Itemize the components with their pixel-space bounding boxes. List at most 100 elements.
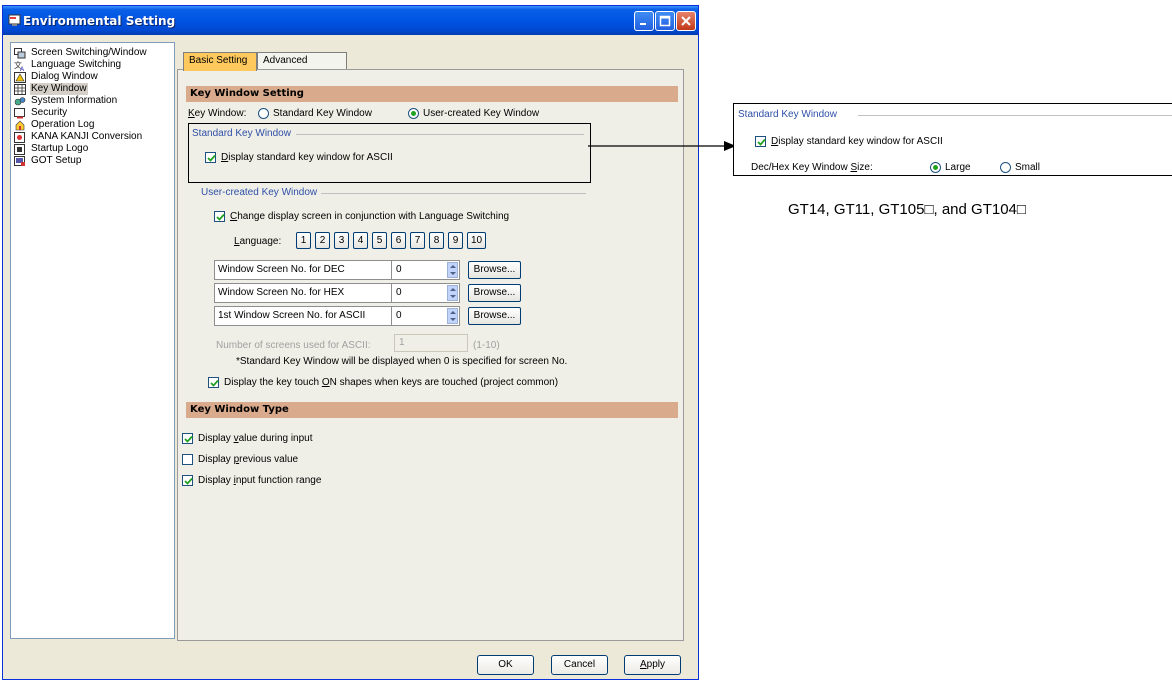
radio-size-small-label: Small [1015, 162, 1041, 173]
language-button-2[interactable]: 2 [315, 232, 330, 249]
group-divider [321, 193, 586, 194]
spinner-arrows-icon[interactable] [447, 285, 458, 301]
radio-size-small[interactable] [1000, 162, 1011, 173]
operation-log-icon [15, 120, 25, 130]
language-button-9[interactable]: 9 [448, 232, 463, 249]
radio-user-created-key-window[interactable] [408, 108, 419, 119]
model-caption: GT14, GT11, GT105□, and GT104□ [788, 201, 1026, 218]
window-title: Environmental Setting [23, 14, 176, 28]
tree-item-operation-log[interactable]: Operation Log [14, 119, 95, 131]
check-icon [757, 138, 766, 146]
cancel-button[interactable]: Cancel [551, 655, 608, 675]
tab-basic-setting[interactable]: Basic Setting [183, 52, 257, 71]
checkbox-change-display-language[interactable] [214, 211, 225, 222]
tree-item-startup-logo[interactable]: Startup Logo [14, 143, 89, 155]
language-icon: 文A [14, 60, 24, 71]
language-button-1[interactable]: 1 [296, 232, 311, 249]
tree-item-label: System Information [31, 95, 118, 106]
svg-text:A: A [20, 67, 24, 71]
browse-dec-button[interactable]: Browse... [468, 261, 521, 279]
security-icon [14, 107, 25, 118]
minimize-button[interactable] [634, 11, 654, 31]
ok-button[interactable]: OK [477, 655, 534, 675]
tree-item-dialog-window[interactable]: Dialog Window [14, 71, 99, 83]
tab-label: Basic Setting [189, 55, 248, 66]
maximize-button[interactable] [655, 11, 675, 31]
checkbox-display-value-during-input[interactable] [182, 433, 193, 444]
check-icon [184, 435, 193, 443]
num-screens-label: Number of screens used for ASCII: [216, 340, 371, 351]
maximize-icon [659, 15, 671, 27]
group-divider [296, 134, 584, 135]
callout-checkbox-label: Display standard key window for ASCII [771, 136, 943, 147]
radio-user-created-key-window-label: User-created Key Window [423, 108, 540, 119]
checkbox-change-display-language-label: Change display screen in conjunction wit… [230, 211, 510, 222]
settings-tree[interactable]: Screen Switching/Window 文A Language Swit… [10, 42, 175, 639]
tab-advanced-setting[interactable]: Advanced Setting [257, 52, 347, 82]
language-button-7[interactable]: 7 [410, 232, 425, 249]
kana-kanji-icon [14, 131, 25, 143]
spinner-arrows-icon[interactable] [447, 308, 458, 324]
tree-item-language-switching[interactable]: 文A Language Switching [14, 59, 122, 71]
tree-item-screen-switching[interactable]: Screen Switching/Window [14, 47, 148, 59]
callout-group-title: Standard Key Window [738, 109, 837, 120]
row-label: Window Screen No. for HEX [214, 283, 392, 303]
browse-ascii-button[interactable]: Browse... [468, 307, 521, 325]
callout-checkbox-display-standard-ascii[interactable] [755, 136, 766, 147]
tree-item-label: Dialog Window [31, 71, 98, 82]
tree-item-label: Operation Log [31, 119, 95, 130]
tree-item-label: KANA KANJI Conversion [31, 131, 143, 142]
language-button-5[interactable]: 5 [372, 232, 387, 249]
tree-item-key-window[interactable]: Key Window [14, 83, 88, 95]
language-button-6[interactable]: 6 [391, 232, 406, 249]
tree-item-kana-kanji[interactable]: KANA KANJI Conversion [14, 131, 143, 143]
language-button-3[interactable]: 3 [334, 232, 349, 249]
radio-standard-key-window-label: Standard Key Window [273, 108, 372, 119]
radio-standard-key-window[interactable] [258, 108, 269, 119]
check-icon [207, 154, 216, 162]
checkbox-display-input-function-range[interactable] [182, 475, 193, 486]
tree-item-system-information[interactable]: System Information [14, 95, 118, 107]
radio-size-large[interactable] [930, 162, 941, 173]
screen-number-note: *Standard Key Window will be displayed w… [236, 356, 568, 367]
language-button-4[interactable]: 4 [353, 232, 368, 249]
language-button-group: 1 2 3 4 5 6 7 8 9 10 [296, 232, 526, 250]
tree-item-security[interactable]: Security [14, 107, 68, 119]
startup-logo-icon [14, 143, 25, 155]
language-button-10[interactable]: 10 [467, 232, 486, 249]
screen-switching-icon [14, 47, 26, 58]
title-bar[interactable]: Environmental Setting [3, 6, 698, 35]
checkbox-display-value-during-input-label: Display value during input [198, 433, 313, 444]
tree-item-label: Language Switching [31, 59, 122, 70]
key-window-size-label: Dec/Hex Key Window Size: [751, 162, 873, 173]
checkbox-display-previous-value[interactable] [182, 454, 193, 465]
check-icon [184, 477, 193, 485]
num-screens-range: (1-10) [473, 340, 500, 351]
language-button-8[interactable]: 8 [429, 232, 444, 249]
spinner-arrows-icon[interactable] [447, 262, 458, 278]
environmental-setting-window: Environmental Setting Screen Switching/W… [2, 5, 699, 680]
radio-size-large-label: Large [945, 162, 971, 173]
tree-item-label: Key Window [30, 83, 88, 95]
standard-key-window-callout: Standard Key Window Display standard key… [733, 103, 1172, 176]
checkbox-display-previous-value-label: Display previous value [198, 454, 299, 465]
checkbox-display-standard-ascii-label: Display standard key window for ASCII [221, 152, 393, 163]
tree-item-got-setup[interactable]: GOT Setup [14, 155, 82, 167]
browse-hex-button[interactable]: Browse... [468, 284, 521, 302]
basic-setting-panel: Key Window Setting Key Window: Standard … [177, 69, 684, 641]
apply-button[interactable]: Apply [624, 655, 681, 675]
checkbox-key-touch-on[interactable] [208, 377, 219, 388]
tree-item-label: Security [31, 107, 68, 118]
row-label: Window Screen No. for DEC [214, 260, 392, 280]
key-window-type-header: Key Window Type [186, 402, 678, 418]
tree-item-label: GOT Setup [31, 155, 82, 166]
close-button[interactable] [676, 11, 696, 31]
tree-item-label: Screen Switching/Window [31, 47, 147, 58]
callout-arrow-icon [588, 141, 736, 151]
user-created-key-window-group-title: User-created Key Window [201, 187, 318, 198]
checkbox-display-standard-ascii[interactable] [205, 152, 216, 163]
dialog-warning-icon [14, 71, 26, 83]
settings-app-icon [8, 14, 21, 26]
system-info-icon [14, 96, 26, 105]
key-window-label: Key Window: [188, 108, 247, 119]
